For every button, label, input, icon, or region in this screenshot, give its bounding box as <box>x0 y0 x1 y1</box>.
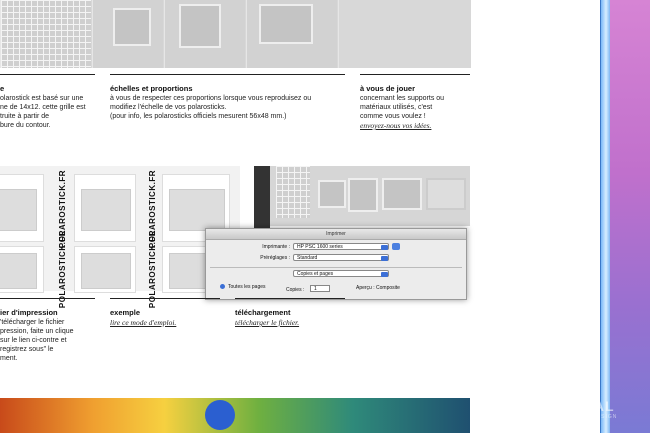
sticker-label: POLAROSTICK.FR <box>58 230 67 309</box>
frame-square <box>318 180 346 208</box>
divider <box>0 74 95 75</box>
col1-text: olarostick est basé sur une ne de 14x12.… <box>0 95 86 129</box>
blank-tile <box>338 0 471 68</box>
colorful-photo <box>0 398 470 433</box>
col2-title: échelles et proportions <box>110 84 193 93</box>
col2-text: à vous de respecter ces proportions lors… <box>110 95 312 120</box>
polarostick-template: POLAROSTICK.FR POLAROSTICK.FR POLAROSTIC… <box>0 166 240 308</box>
frame-square <box>113 8 151 46</box>
grid-tile <box>276 166 310 218</box>
col3-text: concernant les supports ou matériaux uti… <box>360 95 445 130</box>
chevron-down-icon <box>381 245 388 250</box>
frame-tile <box>246 0 337 68</box>
sticker-card <box>74 246 136 293</box>
all-pages-label: Toutes les pages <box>228 284 266 290</box>
copies-label: Copies : <box>286 287 305 293</box>
secondary-preview-strip <box>270 166 470 226</box>
grid-tile <box>0 0 91 68</box>
frame-tile <box>164 0 245 68</box>
web-page: e olarostick est basé sur une ne de 14x1… <box>0 0 600 433</box>
frame-square <box>426 178 466 210</box>
divider <box>360 74 470 75</box>
preview-label: Aperçu : Composite <box>356 285 400 291</box>
send-ideas-link[interactable]: envoyez-nous vos idées. <box>360 121 444 130</box>
watermark-subtitle: GRAPHIC DESIGN <box>560 414 618 420</box>
dialog-title: Imprimer <box>206 229 466 240</box>
print-file-text: 'télécharger le fichier pression, faite … <box>0 319 74 362</box>
frame-square <box>382 178 422 210</box>
print-dialog: Imprimer Imprimante : HP PSC 1600 series… <box>205 228 467 300</box>
divider <box>110 74 345 75</box>
section-select[interactable]: Copies et pages <box>293 270 389 277</box>
download-title: téléchargement <box>235 308 291 317</box>
sticker-card <box>0 174 44 242</box>
blue-object <box>205 400 235 430</box>
frame-square <box>259 4 313 44</box>
chevron-down-icon <box>381 256 388 261</box>
frame-square <box>179 4 221 48</box>
frame-tile <box>92 0 163 68</box>
frame-square <box>348 178 378 212</box>
sticker-label: POLAROSTICK.FR <box>148 230 157 309</box>
col3-title: à vous de jouer <box>360 84 416 93</box>
desktop-background <box>610 0 650 433</box>
download-file-link[interactable]: télécharger le fichier. <box>235 318 299 327</box>
printer-label: Imprimante : <box>262 244 290 250</box>
printer-select[interactable]: HP PSC 1600 series <box>293 243 389 250</box>
copies-input[interactable]: 1 <box>310 285 330 292</box>
divider <box>0 298 95 299</box>
chevron-down-icon <box>381 272 388 277</box>
presets-label: Préréglages : <box>260 255 290 261</box>
printer-info-button[interactable] <box>392 243 400 250</box>
presets-select[interactable]: Standard <box>293 254 389 261</box>
top-preview-strip <box>0 0 471 68</box>
all-pages-radio[interactable] <box>220 284 225 289</box>
divider <box>235 298 345 299</box>
example-title: exemple <box>110 308 141 317</box>
dialog-separator <box>210 267 462 268</box>
divider <box>110 298 220 299</box>
sticker-card <box>0 246 44 293</box>
sticker-card <box>74 174 136 242</box>
watermark-logo: VALGAL <box>552 398 615 414</box>
read-instructions-link[interactable]: lire ce mode d'emploi. <box>110 318 176 327</box>
col1-title: e <box>0 84 5 93</box>
print-file-title: ier d'impression <box>0 308 58 317</box>
